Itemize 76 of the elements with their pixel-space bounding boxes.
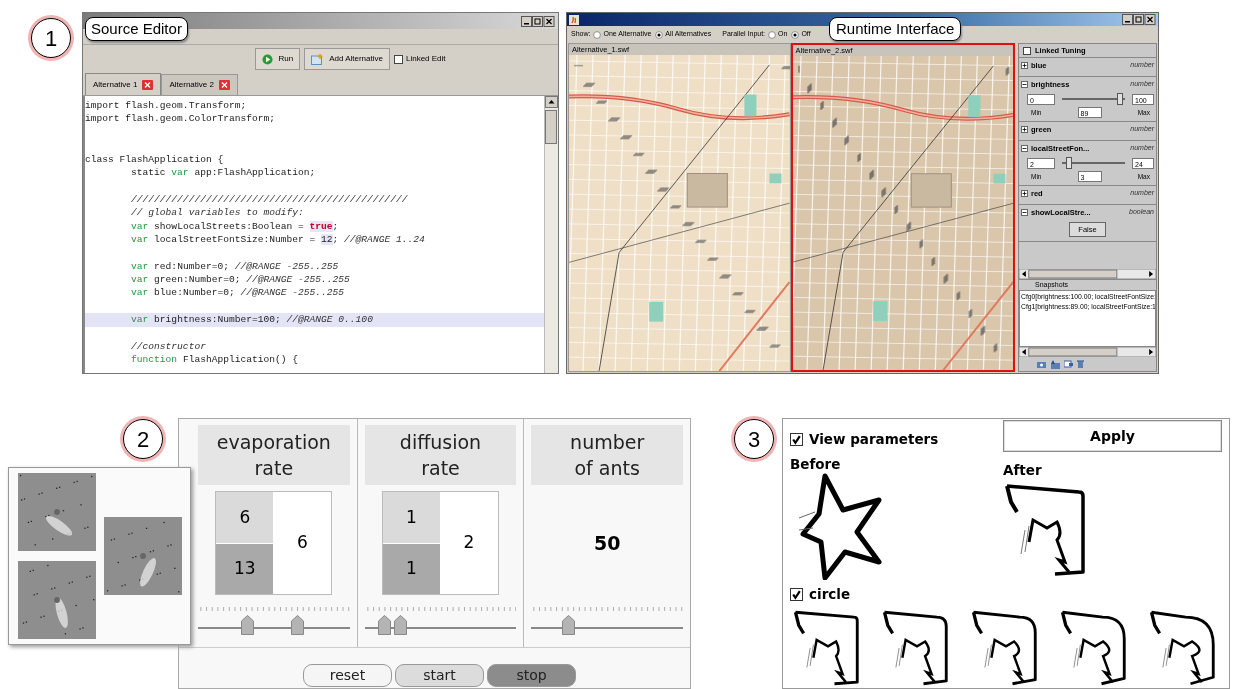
checkbox-label: Linked Edit bbox=[405, 53, 446, 65]
slider-thumb[interactable] bbox=[290, 615, 304, 635]
window-label-callout: Runtime Interface bbox=[829, 17, 962, 41]
drawing-label: After bbox=[1003, 462, 1042, 478]
value-cell: 13 bbox=[216, 543, 274, 594]
drawing-label: Before bbox=[790, 456, 841, 473]
checkbox-label: circle bbox=[809, 585, 851, 605]
expand-icon[interactable] bbox=[1021, 62, 1028, 69]
parameter-title: diffusion rate bbox=[364, 425, 517, 485]
close-icon[interactable] bbox=[142, 79, 154, 90]
toolbar-button[interactable]: Add Alternative bbox=[304, 48, 390, 70]
code-line: // global variables to modify: bbox=[130, 206, 305, 220]
parameter-title: number of ants bbox=[531, 425, 683, 485]
simulation-thumbnail[interactable] bbox=[18, 473, 96, 551]
slider-thumb[interactable] bbox=[393, 615, 407, 635]
checkbox[interactable] bbox=[790, 432, 803, 446]
step-number-badge: 2 bbox=[123, 419, 163, 459]
scrollbar[interactable] bbox=[544, 96, 558, 373]
window-controls-icon[interactable] bbox=[1122, 14, 1156, 25]
simulation-thumbnail[interactable] bbox=[104, 517, 182, 595]
code-line: //constructor bbox=[130, 340, 207, 354]
scrollbar-thumb[interactable] bbox=[545, 110, 557, 144]
horizontal-scrollbar[interactable] bbox=[1019, 347, 1156, 357]
apply-button[interactable]: Apply bbox=[1003, 420, 1222, 452]
code-line: var blue:Number=0; //@RANGE -255..255 bbox=[130, 286, 346, 300]
slider-thumb[interactable] bbox=[1065, 157, 1072, 169]
code-line: static var app:FlashApplication; bbox=[130, 165, 317, 180]
code-line: var localStreetFontSize:Number = 12; //@RANGE 1..24 bbox=[130, 232, 426, 247]
code-line: function FlashApplication() { bbox=[130, 353, 300, 367]
combined-value: 6 bbox=[296, 531, 308, 555]
expand-icon[interactable] bbox=[1021, 126, 1028, 133]
value-cell: 1 bbox=[383, 543, 440, 594]
parameter-title: evaporation rate bbox=[198, 425, 350, 485]
toolbar-button[interactable]: Run bbox=[255, 48, 301, 70]
code-line: import flash.geom.ColorTransform; bbox=[85, 112, 276, 126]
slider-thumb[interactable] bbox=[240, 615, 254, 635]
step-number-badge: 3 bbox=[734, 419, 774, 459]
simulation-thumbnail[interactable] bbox=[18, 561, 96, 639]
window-controls-icon[interactable] bbox=[521, 15, 555, 27]
step-number-badge: 1 bbox=[31, 18, 71, 58]
slider-thumb[interactable] bbox=[561, 615, 575, 635]
java-app-icon bbox=[569, 14, 579, 25]
trash-icon[interactable] bbox=[1077, 360, 1084, 368]
checkbox[interactable] bbox=[790, 587, 803, 601]
simulation-button[interactable]: stop bbox=[487, 664, 576, 687]
parameter-value: 50 bbox=[593, 530, 621, 556]
code-line: var red:Number=0; //@RANGE -255..255 bbox=[130, 259, 340, 274]
expand-icon[interactable] bbox=[1021, 190, 1028, 197]
collapse-icon[interactable] bbox=[1021, 81, 1028, 88]
restore-snapshot-icon[interactable] bbox=[1050, 359, 1060, 369]
folder-plus-icon bbox=[311, 53, 325, 65]
simulation-button[interactable]: reset bbox=[303, 664, 392, 687]
camera-icon[interactable] bbox=[1037, 360, 1046, 368]
play-icon bbox=[262, 53, 274, 65]
code-line: import flash.geom.Transform; bbox=[85, 99, 248, 113]
code-line: class FlashApplication { bbox=[85, 152, 225, 166]
value-cell: 1 bbox=[383, 492, 440, 544]
window-label-callout: Source Editor bbox=[85, 17, 188, 41]
checkbox[interactable] bbox=[393, 54, 403, 64]
code-line: //////////////////////////////////////////////// bbox=[130, 192, 409, 207]
code-line: var green:Number=0; //@RANGE -255..255 bbox=[130, 273, 351, 287]
horizontal-scrollbar[interactable] bbox=[1019, 269, 1156, 279]
combined-value: 2 bbox=[463, 531, 475, 555]
checkbox-label: View parameters bbox=[809, 430, 939, 449]
code-line: var showLocalStreets:Boolean = true; bbox=[130, 219, 340, 233]
simulation-button[interactable]: start bbox=[395, 664, 484, 687]
editor-tab[interactable]: Alternative 2 bbox=[161, 74, 238, 95]
export-icon[interactable] bbox=[1064, 360, 1073, 368]
slider-thumb[interactable] bbox=[378, 615, 392, 635]
checkbox[interactable] bbox=[1023, 46, 1031, 55]
close-icon[interactable] bbox=[218, 80, 230, 90]
value-cell: 6 bbox=[216, 492, 274, 544]
slider-thumb[interactable] bbox=[1117, 93, 1124, 105]
collapse-icon[interactable] bbox=[1021, 209, 1028, 216]
collapse-icon[interactable] bbox=[1021, 145, 1028, 152]
editor-tab[interactable]: Alternative 1 bbox=[85, 73, 162, 95]
